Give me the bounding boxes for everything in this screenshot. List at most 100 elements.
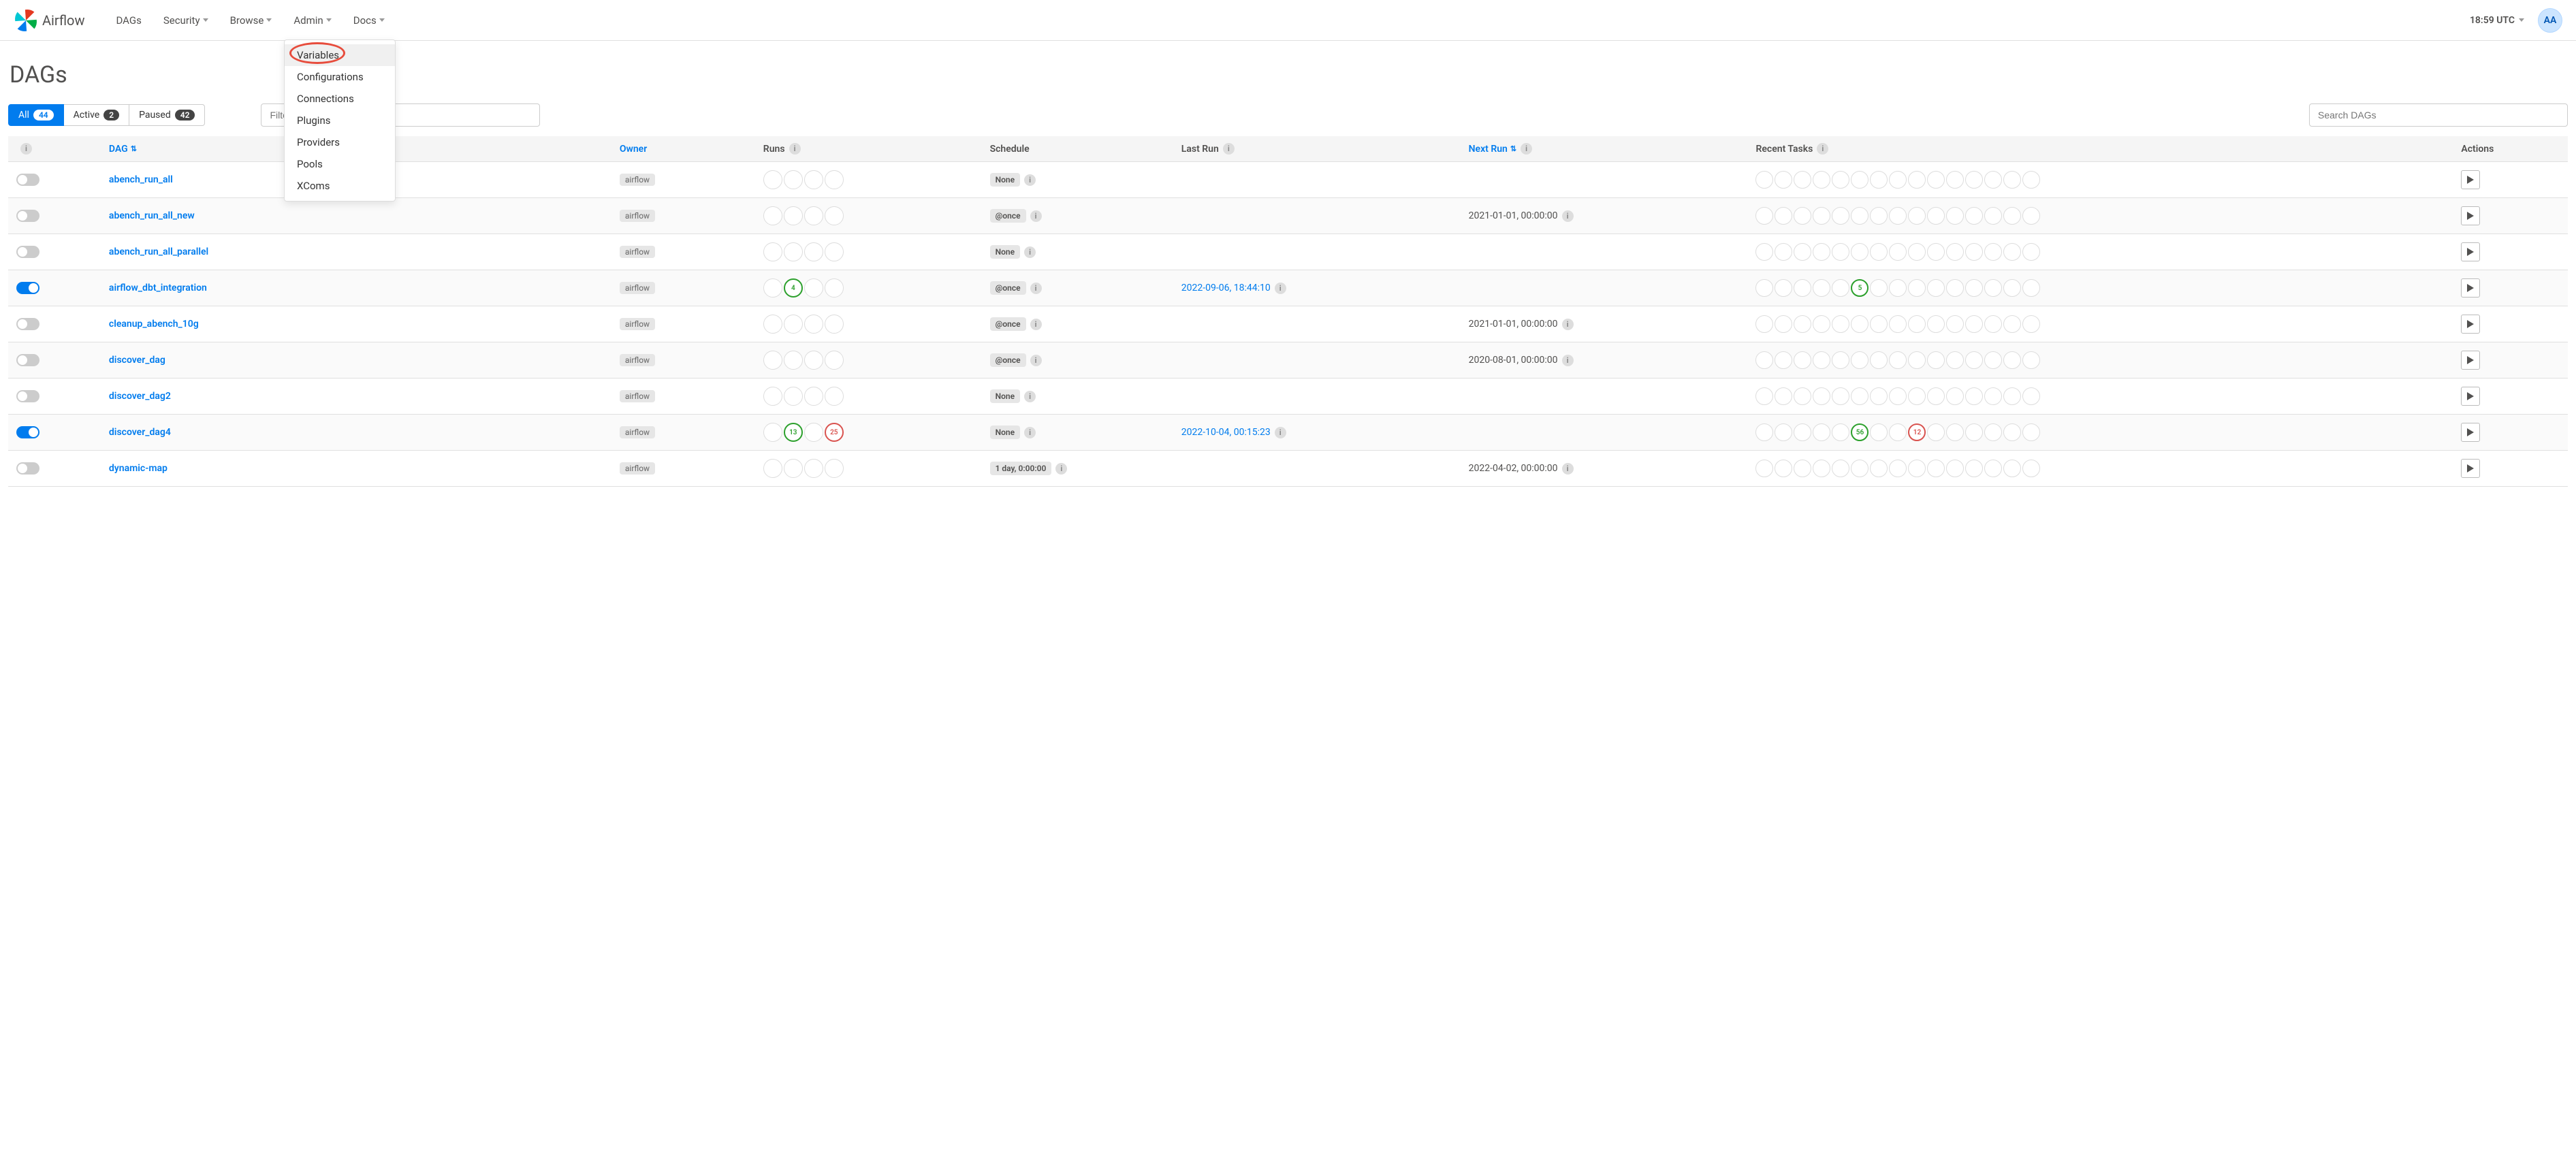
task-circle[interactable] bbox=[1965, 171, 1983, 189]
task-circle[interactable] bbox=[1775, 243, 1792, 261]
info-icon[interactable]: i bbox=[1030, 283, 1042, 294]
task-circle[interactable] bbox=[1832, 207, 1849, 225]
admin-variables[interactable]: Variables bbox=[285, 44, 395, 66]
info-icon[interactable]: i bbox=[1024, 174, 1036, 186]
brand[interactable]: Airflow bbox=[14, 8, 84, 33]
task-circle[interactable] bbox=[1889, 460, 1907, 477]
task-circle[interactable] bbox=[1832, 243, 1849, 261]
task-circle[interactable] bbox=[1946, 315, 1964, 333]
run-circle[interactable] bbox=[784, 387, 803, 406]
dag-link[interactable]: airflow_dbt_integration bbox=[109, 283, 207, 293]
last-run[interactable]: 2022-09-06, 18:44:10 bbox=[1181, 283, 1271, 293]
task-circle[interactable] bbox=[1775, 387, 1792, 405]
task-circle[interactable] bbox=[1851, 387, 1869, 405]
dag-link[interactable]: abench_run_all_parallel bbox=[109, 246, 208, 257]
info-icon[interactable]: i bbox=[1562, 210, 1574, 222]
task-circle[interactable] bbox=[2003, 279, 2021, 297]
owner-badge[interactable]: airflow bbox=[620, 282, 655, 294]
task-circle[interactable] bbox=[1984, 279, 2002, 297]
admin-pools[interactable]: Pools bbox=[285, 153, 395, 175]
task-circle[interactable] bbox=[1775, 315, 1792, 333]
info-icon[interactable]: i bbox=[20, 143, 32, 155]
task-circle[interactable] bbox=[2003, 460, 2021, 477]
task-circle[interactable] bbox=[1889, 171, 1907, 189]
task-circle[interactable] bbox=[2003, 315, 2021, 333]
admin-configurations[interactable]: Configurations bbox=[285, 66, 395, 88]
task-circle[interactable] bbox=[1813, 460, 1830, 477]
task-circle[interactable] bbox=[1794, 315, 1811, 333]
nav-admin[interactable]: Admin bbox=[283, 2, 342, 39]
run-circle[interactable] bbox=[825, 387, 844, 406]
run-circle[interactable] bbox=[784, 351, 803, 370]
info-icon[interactable]: i bbox=[1275, 283, 1286, 294]
task-circle[interactable] bbox=[2022, 423, 2040, 441]
dag-link[interactable]: discover_dag2 bbox=[109, 391, 171, 402]
task-circle[interactable] bbox=[1813, 171, 1830, 189]
task-circle[interactable] bbox=[1813, 423, 1830, 441]
task-circle[interactable] bbox=[1851, 351, 1869, 369]
owner-badge[interactable]: airflow bbox=[620, 210, 655, 222]
task-circle[interactable] bbox=[1965, 315, 1983, 333]
run-circle[interactable] bbox=[825, 459, 844, 478]
task-circle[interactable] bbox=[1870, 315, 1888, 333]
task-circle[interactable] bbox=[1908, 460, 1926, 477]
run-circle[interactable] bbox=[784, 206, 803, 225]
task-circle[interactable] bbox=[1927, 243, 1945, 261]
run-circle[interactable] bbox=[804, 206, 823, 225]
trigger-dag-button[interactable] bbox=[2461, 206, 2480, 225]
task-circle[interactable] bbox=[2003, 423, 2021, 441]
task-circle[interactable] bbox=[1927, 207, 1945, 225]
task-circle[interactable] bbox=[1984, 243, 2002, 261]
last-run[interactable]: 2022-10-04, 00:15:23 bbox=[1181, 427, 1271, 438]
admin-providers[interactable]: Providers bbox=[285, 131, 395, 153]
run-circle[interactable] bbox=[804, 170, 823, 189]
owner-badge[interactable]: airflow bbox=[620, 318, 655, 330]
info-icon[interactable]: i bbox=[1030, 355, 1042, 366]
task-circle[interactable] bbox=[2003, 351, 2021, 369]
task-circle[interactable] bbox=[1889, 207, 1907, 225]
task-circle[interactable] bbox=[1870, 243, 1888, 261]
task-circle[interactable] bbox=[1813, 207, 1830, 225]
task-circle[interactable] bbox=[1755, 315, 1773, 333]
task-circle[interactable] bbox=[1794, 423, 1811, 441]
task-circle[interactable] bbox=[1794, 207, 1811, 225]
task-circle[interactable] bbox=[1965, 279, 1983, 297]
run-circle[interactable] bbox=[763, 387, 782, 406]
info-icon[interactable]: i bbox=[1562, 319, 1574, 330]
info-icon[interactable]: i bbox=[1521, 143, 1532, 155]
task-circle[interactable] bbox=[1832, 279, 1849, 297]
task-circle[interactable] bbox=[1889, 423, 1907, 441]
dag-link[interactable]: discover_dag4 bbox=[109, 427, 171, 438]
task-circle[interactable] bbox=[1851, 315, 1869, 333]
run-circle[interactable] bbox=[825, 206, 844, 225]
owner-badge[interactable]: airflow bbox=[620, 390, 655, 402]
run-circle[interactable] bbox=[804, 423, 823, 442]
schedule-badge[interactable]: @once bbox=[990, 353, 1026, 367]
task-circle[interactable] bbox=[1908, 315, 1926, 333]
task-circle[interactable]: 56 bbox=[1851, 423, 1869, 441]
task-circle[interactable] bbox=[1755, 423, 1773, 441]
task-circle[interactable] bbox=[1755, 279, 1773, 297]
task-circle[interactable] bbox=[1870, 351, 1888, 369]
task-circle[interactable] bbox=[1755, 387, 1773, 405]
task-circle[interactable] bbox=[2003, 171, 2021, 189]
task-circle[interactable] bbox=[1832, 387, 1849, 405]
run-circle[interactable] bbox=[825, 351, 844, 370]
clock[interactable]: 18:59 UTC bbox=[2470, 15, 2524, 26]
task-circle[interactable] bbox=[1794, 387, 1811, 405]
run-circle[interactable] bbox=[763, 170, 782, 189]
task-circle[interactable] bbox=[1832, 315, 1849, 333]
owner-badge[interactable]: airflow bbox=[620, 462, 655, 475]
schedule-badge[interactable]: @once bbox=[990, 281, 1026, 295]
task-circle[interactable] bbox=[1813, 243, 1830, 261]
task-circle[interactable] bbox=[1908, 387, 1926, 405]
info-icon[interactable]: i bbox=[1024, 427, 1036, 438]
run-circle[interactable] bbox=[804, 351, 823, 370]
nav-browse[interactable]: Browse bbox=[219, 2, 283, 39]
info-icon[interactable]: i bbox=[1817, 143, 1828, 155]
run-circle[interactable] bbox=[763, 315, 782, 334]
task-circle[interactable] bbox=[1927, 171, 1945, 189]
task-circle[interactable] bbox=[2022, 460, 2040, 477]
run-circle[interactable]: 4 bbox=[784, 278, 803, 298]
task-circle[interactable] bbox=[1851, 171, 1869, 189]
